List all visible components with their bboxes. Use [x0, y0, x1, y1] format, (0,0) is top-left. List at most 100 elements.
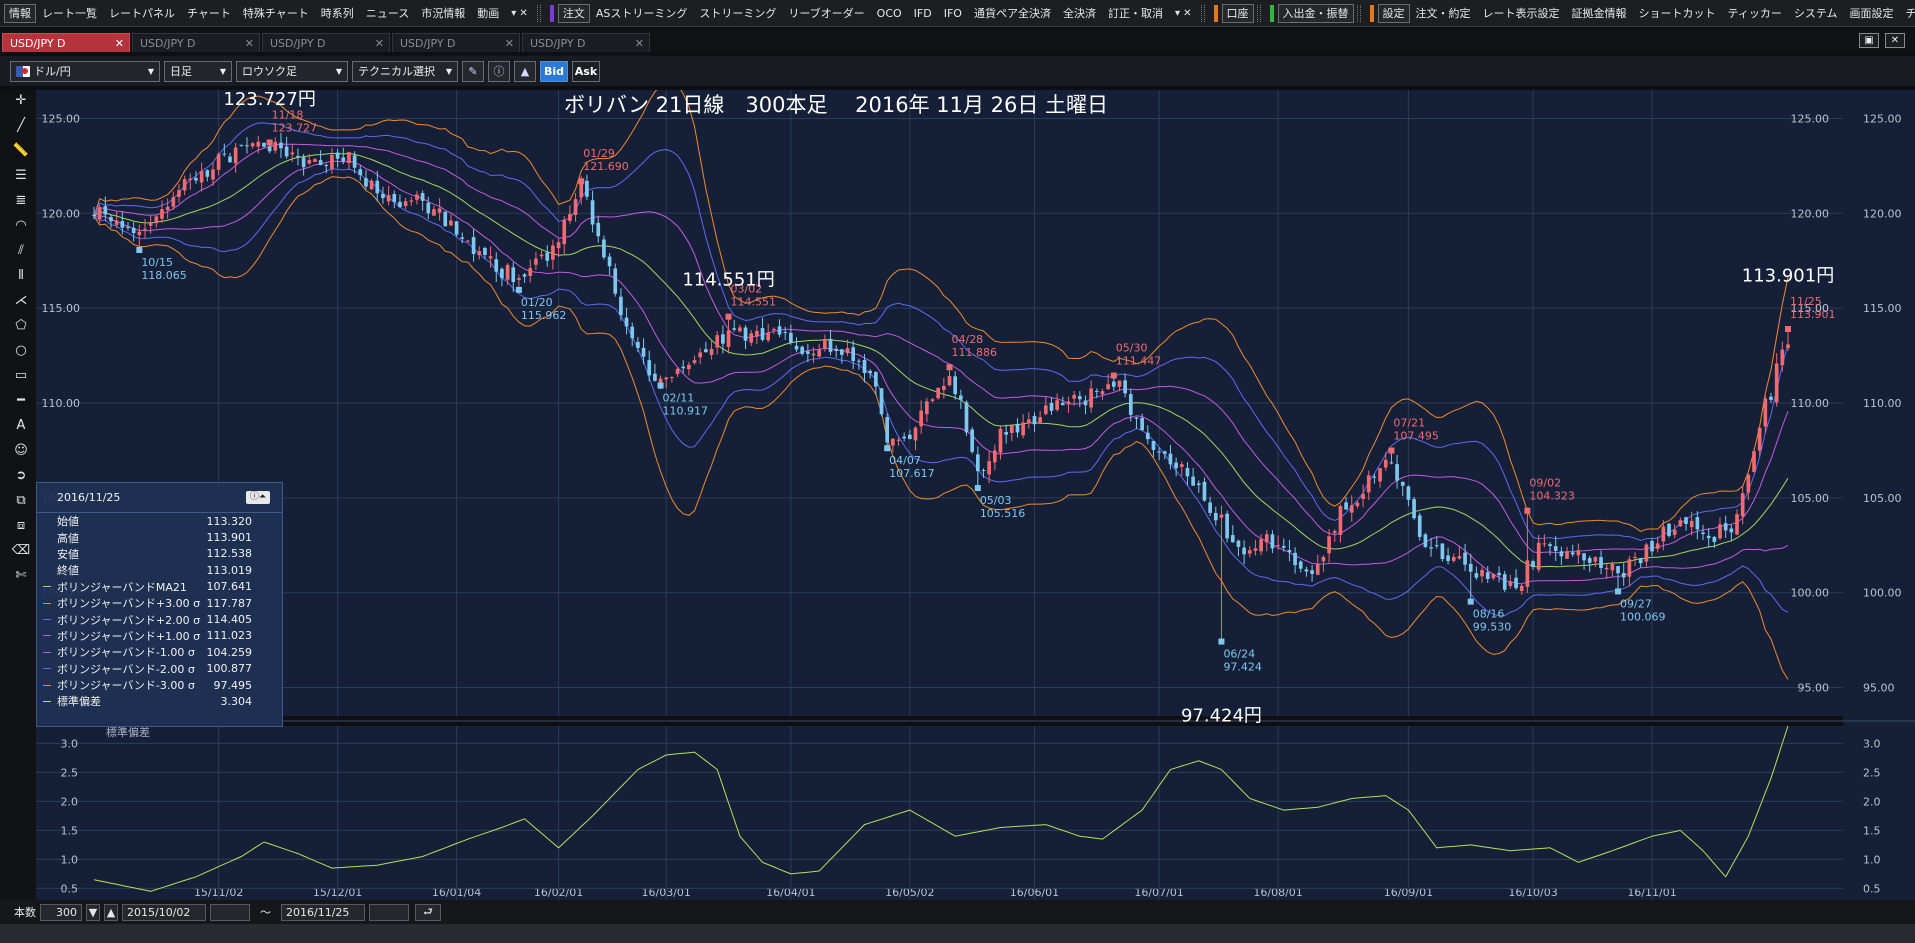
toolbar-grip[interactable]: [1200, 4, 1205, 22]
close-tab-icon[interactable]: ✕: [635, 37, 644, 50]
crosshair-icon[interactable]: ✛: [10, 90, 32, 110]
pen-icon[interactable]: ✎: [462, 60, 484, 82]
fan-icon[interactable]: ◠: [10, 215, 32, 235]
circle-icon[interactable]: ○: [10, 340, 32, 360]
chevron-up-icon[interactable]: ▲: [104, 903, 118, 921]
menu-item[interactable]: 注文・約定: [1410, 0, 1477, 26]
close-icon[interactable]: ✕: [1885, 33, 1905, 48]
menu-item[interactable]: システム: [1788, 0, 1844, 26]
candle-body: [477, 251, 482, 256]
toolbar-grip[interactable]: [536, 4, 541, 22]
menu-item[interactable]: 入出金・振替: [1277, 3, 1354, 23]
close-tab-icon[interactable]: ✕: [505, 37, 514, 50]
candle-body: [103, 206, 108, 215]
pentagon-icon[interactable]: ⬠: [10, 315, 32, 335]
bid-button[interactable]: Bid: [540, 60, 568, 82]
sub-y-tick-left: 1.5: [61, 824, 79, 837]
menu-item[interactable]: 注文: [557, 3, 590, 23]
menu-item[interactable]: 通貨ペア全決済: [968, 0, 1057, 26]
pitchfork-icon[interactable]: ⋌: [10, 290, 32, 310]
menu-item[interactable]: レート表示設定: [1477, 0, 1566, 26]
chart-style-select[interactable]: ロウソク足 ▼: [236, 60, 348, 82]
menu-item[interactable]: レートパネル: [103, 0, 181, 26]
menu-item[interactable]: IFD: [908, 0, 938, 26]
menu-item[interactable]: 情報: [4, 3, 36, 23]
candle-body: [358, 169, 363, 176]
menu-item[interactable]: OCO: [871, 0, 908, 26]
menu-item[interactable]: チャート: [181, 0, 237, 26]
menu-more-icon[interactable]: ▾ ✕: [1169, 0, 1198, 26]
eraser-icon[interactable]: ⌫: [10, 540, 32, 560]
menu-item[interactable]: 動画: [471, 0, 505, 26]
menu-item[interactable]: ニュース: [360, 0, 415, 26]
chart-tab-label: USD/JPY D: [140, 36, 196, 50]
menu-item[interactable]: 特殊チャート: [237, 0, 315, 26]
menu-item[interactable]: 口座: [1221, 3, 1254, 23]
smiley-icon[interactable]: ☺: [10, 440, 32, 460]
text-icon[interactable]: A: [10, 415, 32, 435]
menu-item[interactable]: 画面設定: [1844, 0, 1900, 26]
horizontal-line-icon[interactable]: ━: [10, 390, 32, 410]
close-tab-icon[interactable]: ✕: [115, 37, 124, 50]
menu-item[interactable]: リーブオーダー: [782, 0, 870, 26]
fibonacci-icon[interactable]: ≣: [10, 190, 32, 210]
currency-pair-select[interactable]: ドル/円 ▼: [10, 60, 160, 82]
price-chart[interactable]: 95.00 95.00 100.00 100.00 105.00 105.00 110.00…: [36, 81, 1915, 900]
chart-area[interactable]: 95.00 95.00 100.00 100.00 105.00 105.00 110.00…: [36, 81, 1915, 900]
menu-item[interactable]: レート一覧: [36, 0, 103, 26]
menu-more-icon[interactable]: ▾ ✕: [505, 0, 534, 26]
apply-icon[interactable]: ⮐: [415, 903, 441, 921]
chart-tab[interactable]: USD/JPY D ✕: [132, 33, 260, 52]
period-select[interactable]: 日足 ▼: [164, 60, 232, 82]
menu-item[interactable]: 時系列: [315, 0, 360, 26]
menu-item[interactable]: チャート: [1900, 0, 1915, 26]
toolbar-grip[interactable]: [1356, 4, 1361, 22]
y-tick-left: 110.00: [1791, 397, 1830, 410]
time-from-input[interactable]: [210, 903, 250, 921]
candle-body: [1338, 505, 1343, 535]
menu-item[interactable]: 市況情報: [415, 0, 471, 26]
info-icon[interactable]: ⓘ: [488, 60, 510, 82]
chart-tab[interactable]: USD/JPY D ✕: [2, 33, 130, 52]
menu-item[interactable]: ティッカー: [1722, 0, 1788, 26]
data-window-rows: 始値 113.320 高値 113.901 安値 112.538 終値 113.019 ボリンジ…: [37, 513, 282, 710]
copy-icon[interactable]: ⧉: [10, 490, 32, 510]
candle-body: [1746, 474, 1751, 493]
chevron-down-icon[interactable]: ▼: [86, 903, 100, 921]
toolbar-grip[interactable]: [1256, 4, 1261, 22]
menu-item[interactable]: 訂正・取消: [1102, 0, 1169, 26]
paste-icon[interactable]: ⧈: [10, 515, 32, 535]
menu-item[interactable]: 全決済: [1057, 0, 1102, 26]
ruler-icon[interactable]: 📏: [10, 140, 32, 160]
candle-body: [1661, 526, 1666, 542]
menu-item[interactable]: ストリーミング: [693, 0, 782, 26]
arrow-icon[interactable]: ➲: [10, 465, 32, 485]
rectangle-icon[interactable]: ▭: [10, 365, 32, 385]
vertical-lines-icon[interactable]: ⦀: [10, 265, 32, 285]
chart-tab[interactable]: USD/JPY D ✕: [392, 33, 520, 52]
menu-item[interactable]: 証拠金情報: [1566, 0, 1633, 26]
info-toggle-icon[interactable]: ⓘ⏶: [246, 491, 270, 504]
menu-item[interactable]: ショートカット: [1633, 0, 1722, 26]
bars-count-input[interactable]: 300: [40, 903, 82, 921]
technical-select[interactable]: テクニカル選択 ▼: [352, 60, 458, 82]
chart-tab[interactable]: USD/JPY D ✕: [262, 33, 390, 52]
ask-button[interactable]: Ask: [572, 60, 600, 82]
date-to-input[interactable]: 2016/11/25: [281, 903, 365, 921]
horizontal-lines-icon[interactable]: ☰: [10, 165, 32, 185]
trendline-icon[interactable]: ╱: [10, 115, 32, 135]
extreme-date-label: 02/11: [663, 392, 695, 405]
close-tab-icon[interactable]: ✕: [245, 37, 254, 50]
close-tab-icon[interactable]: ✕: [375, 37, 384, 50]
candle-body: [964, 402, 969, 433]
erase-all-icon[interactable]: ✄: [10, 565, 32, 585]
date-from-input[interactable]: 2015/10/02: [122, 903, 206, 921]
time-to-input[interactable]: [369, 903, 409, 921]
menu-item[interactable]: 設定: [1377, 3, 1410, 23]
gann-fan-icon[interactable]: ⫽: [10, 240, 32, 260]
mountain-chart-icon[interactable]: ▲: [514, 60, 536, 82]
maximize-icon[interactable]: ▣: [1859, 33, 1879, 48]
menu-item[interactable]: IFO: [938, 0, 968, 26]
menu-item[interactable]: ASストリーミング: [590, 0, 694, 26]
chart-tab[interactable]: USD/JPY D ✕: [522, 33, 650, 52]
